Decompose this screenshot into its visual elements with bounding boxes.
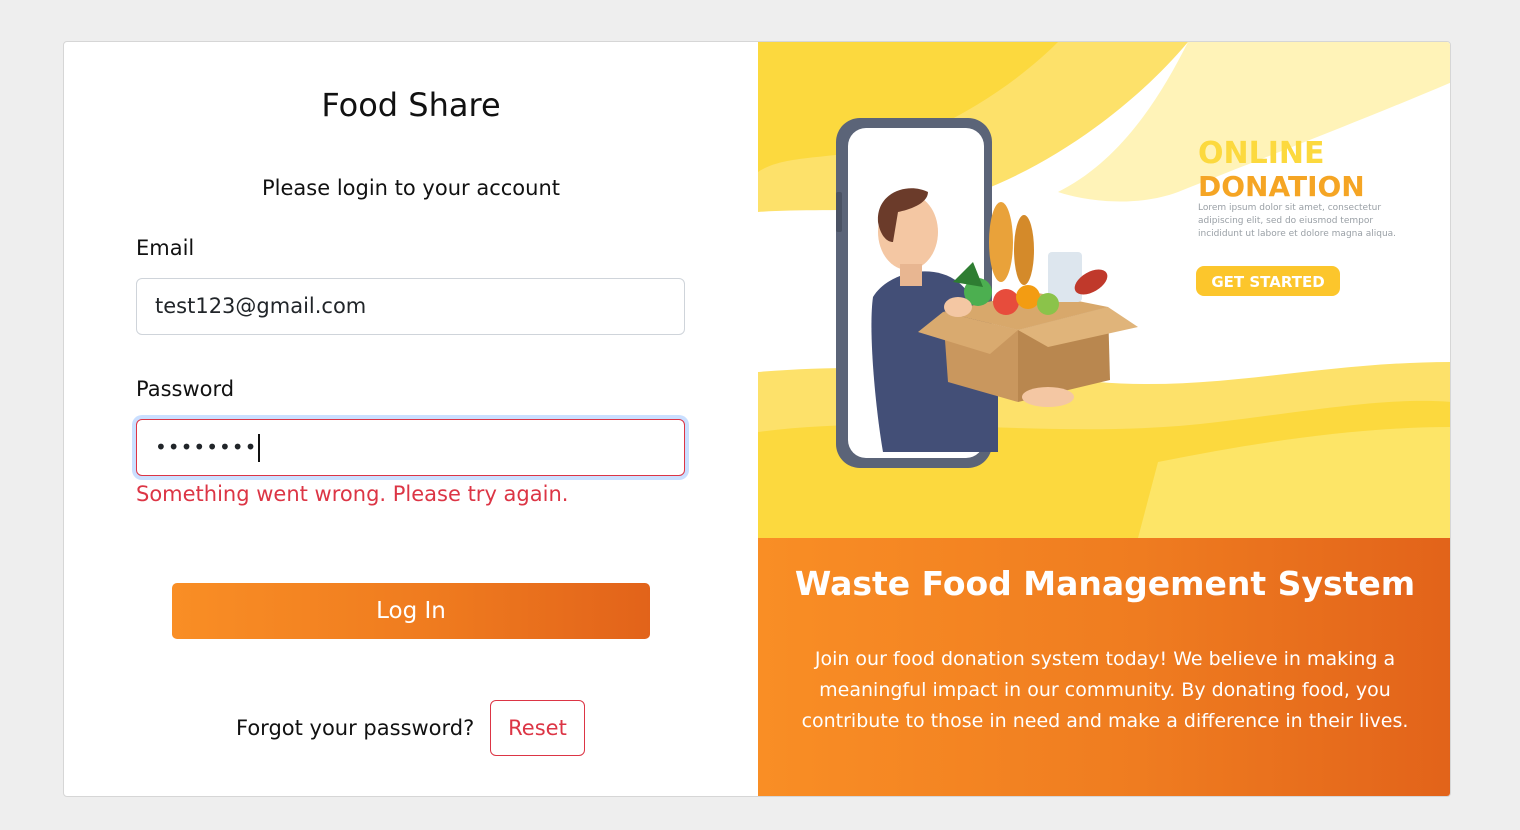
app-title: Food Share [321,86,501,124]
promo-banner: Waste Food Management System Join our fo… [758,538,1450,796]
illustration-heading-1: ONLINE [1198,136,1325,171]
password-value: •••••••• [155,435,258,459]
promo-panel: ONLINE DONATION Lorem ipsum dolor sit am… [758,42,1450,796]
login-card: Food Share Please login to your account … [63,41,1451,797]
password-label: Password [136,377,235,401]
email-value: test123@gmail.com [155,294,367,318]
forgot-password-text: Forgot your password? [236,716,475,740]
online-donation-illustration: ONLINE DONATION Lorem ipsum dolor sit am… [758,42,1450,538]
email-label: Email [136,236,195,260]
illustration-cta: GET STARTED [1211,273,1324,291]
promo-description: Join our food donation system today! We … [801,648,1409,732]
email-field[interactable]: test123@gmail.com [136,278,685,335]
promo-title: Waste Food Management System [794,564,1416,603]
illustration-lorem: Lorem ipsum dolor sit amet, consectetur … [1198,203,1397,239]
reset-button[interactable]: Reset [490,700,585,756]
login-panel: Food Share Please login to your account … [64,42,758,796]
text-caret [258,434,261,462]
login-subtitle: Please login to your account [262,176,560,200]
login-button[interactable]: Log In [172,583,650,639]
error-message: Something went wrong. Please try again. [136,482,569,506]
illustration-heading-2: DONATION [1198,170,1365,203]
password-field[interactable]: •••••••• [136,419,685,476]
